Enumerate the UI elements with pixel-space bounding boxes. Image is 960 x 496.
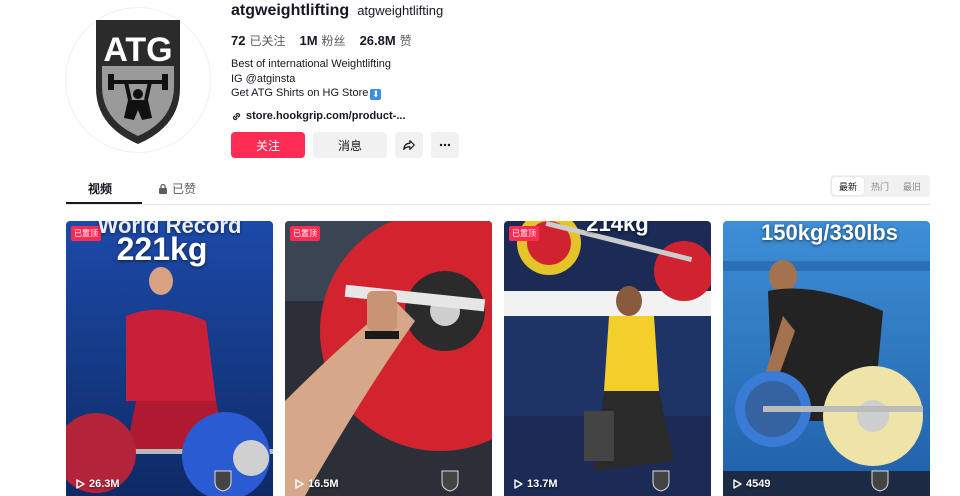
bio-line: IG @atginsta <box>231 72 296 85</box>
sort-popular[interactable]: 热门 <box>864 177 896 195</box>
video-overlay-title: 214kg <box>586 221 649 236</box>
sort-oldest[interactable]: 最旧 <box>896 177 928 195</box>
stat-following[interactable]: 72 已关注 <box>231 32 285 49</box>
play-icon <box>76 479 85 489</box>
atg-watermark-logo <box>441 470 459 492</box>
pinned-badge: 已置顶 <box>290 226 320 241</box>
video-view-count: 13.7M <box>514 478 558 490</box>
stat-followers[interactable]: 1M 粉丝 <box>299 32 345 49</box>
link-icon <box>232 112 241 120</box>
video-card[interactable]: 已置顶 214kg 13.7M <box>504 221 711 496</box>
video-card[interactable]: 已置顶 World Record 221kg 26.3M <box>66 221 273 496</box>
profile-bio: Best of international Weightlifting IG @… <box>231 57 391 101</box>
profile-link[interactable]: store.hookgrip.com/product-... <box>231 110 406 122</box>
video-overlay-title: 221kg <box>116 231 208 267</box>
lock-icon <box>159 183 167 194</box>
message-button[interactable]: 消息 <box>313 132 387 158</box>
more-icon <box>439 143 451 147</box>
profile-stats: 72 已关注 1M 粉丝 26.8M 赞 <box>231 32 412 49</box>
sort-latest[interactable]: 最新 <box>832 177 864 195</box>
more-button[interactable] <box>431 132 459 158</box>
follow-button[interactable]: 关注 <box>231 132 305 158</box>
video-thumbnail <box>285 221 492 496</box>
video-card[interactable]: 150kg/330lbs 4549 <box>723 221 930 496</box>
svg-text:ATG: ATG <box>103 31 172 69</box>
tab-videos[interactable]: 视频 <box>88 180 112 197</box>
bio-line: Get ATG Shirts on HG Store ⬇ <box>231 87 382 100</box>
atg-watermark-logo <box>871 470 889 492</box>
play-icon <box>514 479 523 489</box>
share-icon <box>403 140 415 150</box>
play-icon <box>295 479 304 489</box>
tab-liked[interactable]: 已赞 <box>158 180 196 197</box>
atg-watermark-logo <box>214 470 232 492</box>
video-thumbnail <box>723 221 930 496</box>
atg-logo: ATG <box>96 20 180 144</box>
stat-likes: 26.8M 赞 <box>359 33 412 48</box>
video-view-count: 26.3M <box>76 478 120 490</box>
bio-line: Best of international Weightlifting <box>231 58 391 70</box>
profile-avatar[interactable]: ATG <box>66 8 210 152</box>
download-icon: ⬇ <box>370 89 382 100</box>
profile-tabs: 视频 已赞 <box>66 176 930 205</box>
play-icon <box>733 479 742 489</box>
video-thumbnail <box>504 221 711 496</box>
profile-nickname: atgweightlifting <box>357 3 444 18</box>
video-card[interactable]: 已置顶 16.5M <box>285 221 492 496</box>
atg-watermark-logo <box>652 470 670 492</box>
sort-toggle: 最新 热门 最旧 <box>830 175 930 197</box>
video-grid: 已置顶 World Record 221kg 26.3M 已置顶 16.5M 已… <box>66 221 930 496</box>
profile-handle: atgweightlifting <box>231 2 350 19</box>
active-tab-indicator <box>66 202 142 204</box>
share-button[interactable] <box>395 132 423 158</box>
video-overlay-title: 150kg/330lbs <box>761 221 898 245</box>
video-view-count: 16.5M <box>295 478 339 490</box>
video-view-count: 4549 <box>733 478 770 490</box>
profile-link-text[interactable]: store.hookgrip.com/product-... <box>246 110 406 122</box>
